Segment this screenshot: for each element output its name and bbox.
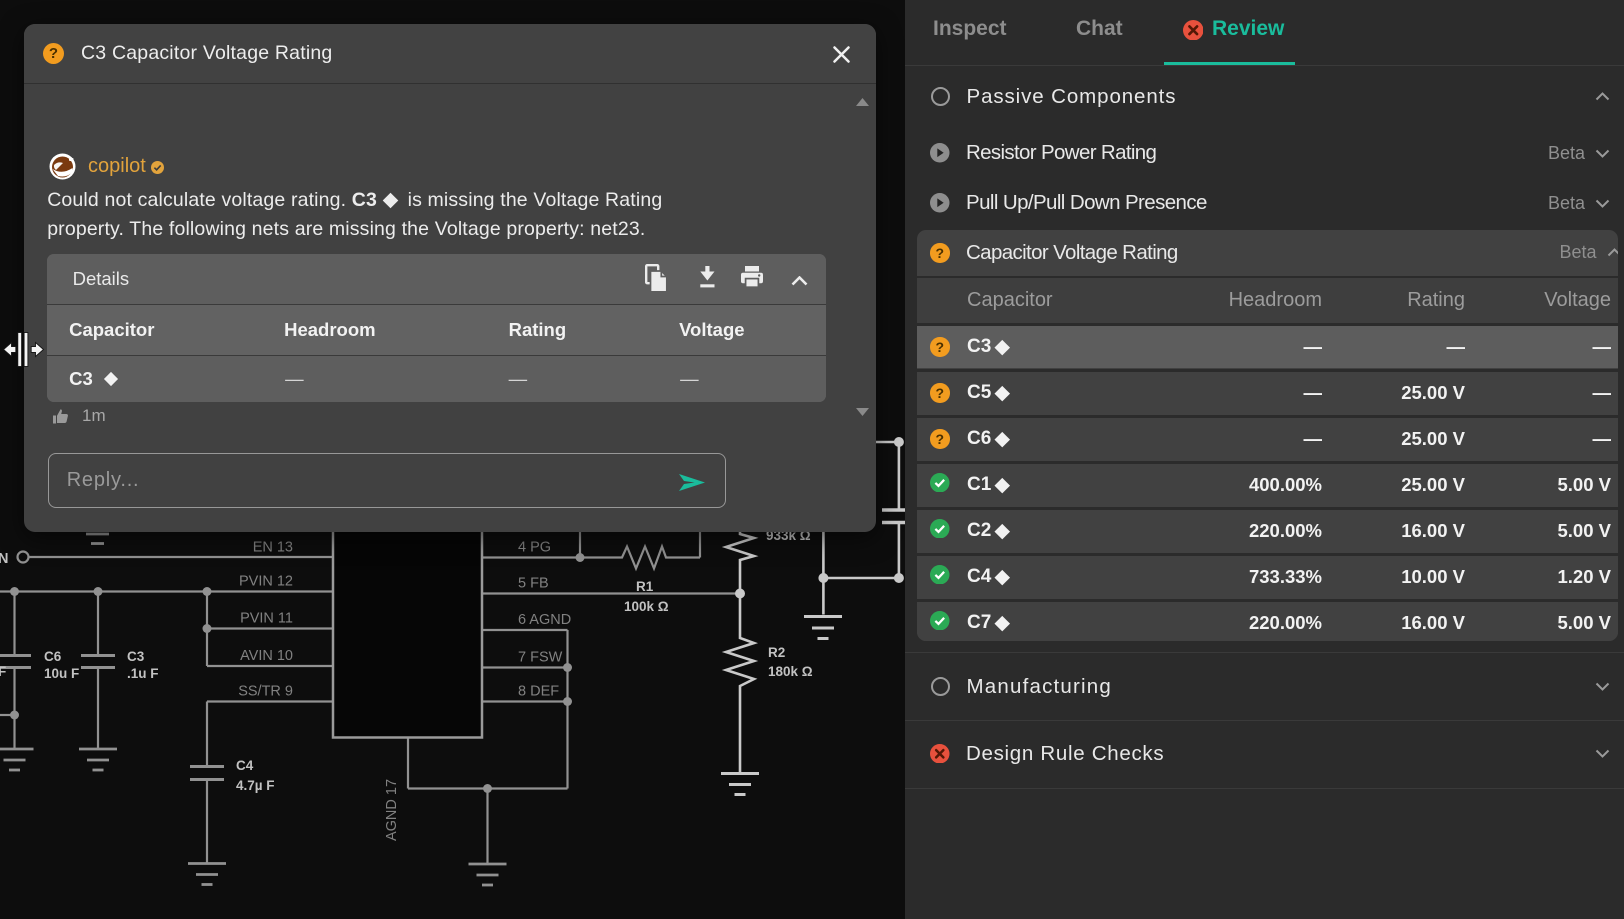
svg-text:SS/TR 9: SS/TR 9	[238, 684, 293, 700]
svg-text:8 DEF: 8 DEF	[518, 684, 559, 700]
svg-text:PVIN 11: PVIN 11	[240, 611, 293, 627]
svg-text:EN 13: EN 13	[253, 540, 293, 556]
svg-text:R1: R1	[636, 579, 654, 594]
svg-text:R2: R2	[768, 645, 785, 660]
svg-text:C3: C3	[127, 649, 145, 664]
svg-text:10u F: 10u F	[44, 666, 79, 681]
svg-text:4 PG: 4 PG	[518, 540, 551, 556]
svg-text:6 AGND: 6 AGND	[518, 612, 571, 628]
svg-text:AGND 17: AGND 17	[384, 779, 400, 841]
svg-text:.1u F: .1u F	[127, 666, 159, 681]
svg-text:5 FB: 5 FB	[518, 576, 549, 592]
svg-text:AVIN 10: AVIN 10	[240, 648, 293, 664]
svg-text:C4: C4	[236, 758, 254, 773]
svg-text:C6: C6	[44, 649, 62, 664]
svg-text:4.7µ F: 4.7µ F	[236, 778, 275, 793]
svg-text:N: N	[0, 551, 8, 567]
svg-text:7 FSW: 7 FSW	[518, 650, 563, 666]
svg-text:180k Ω: 180k Ω	[768, 664, 813, 679]
svg-text:PVIN 12: PVIN 12	[239, 574, 293, 590]
svg-text:100k Ω: 100k Ω	[624, 599, 669, 614]
svg-text:F: F	[0, 664, 6, 679]
